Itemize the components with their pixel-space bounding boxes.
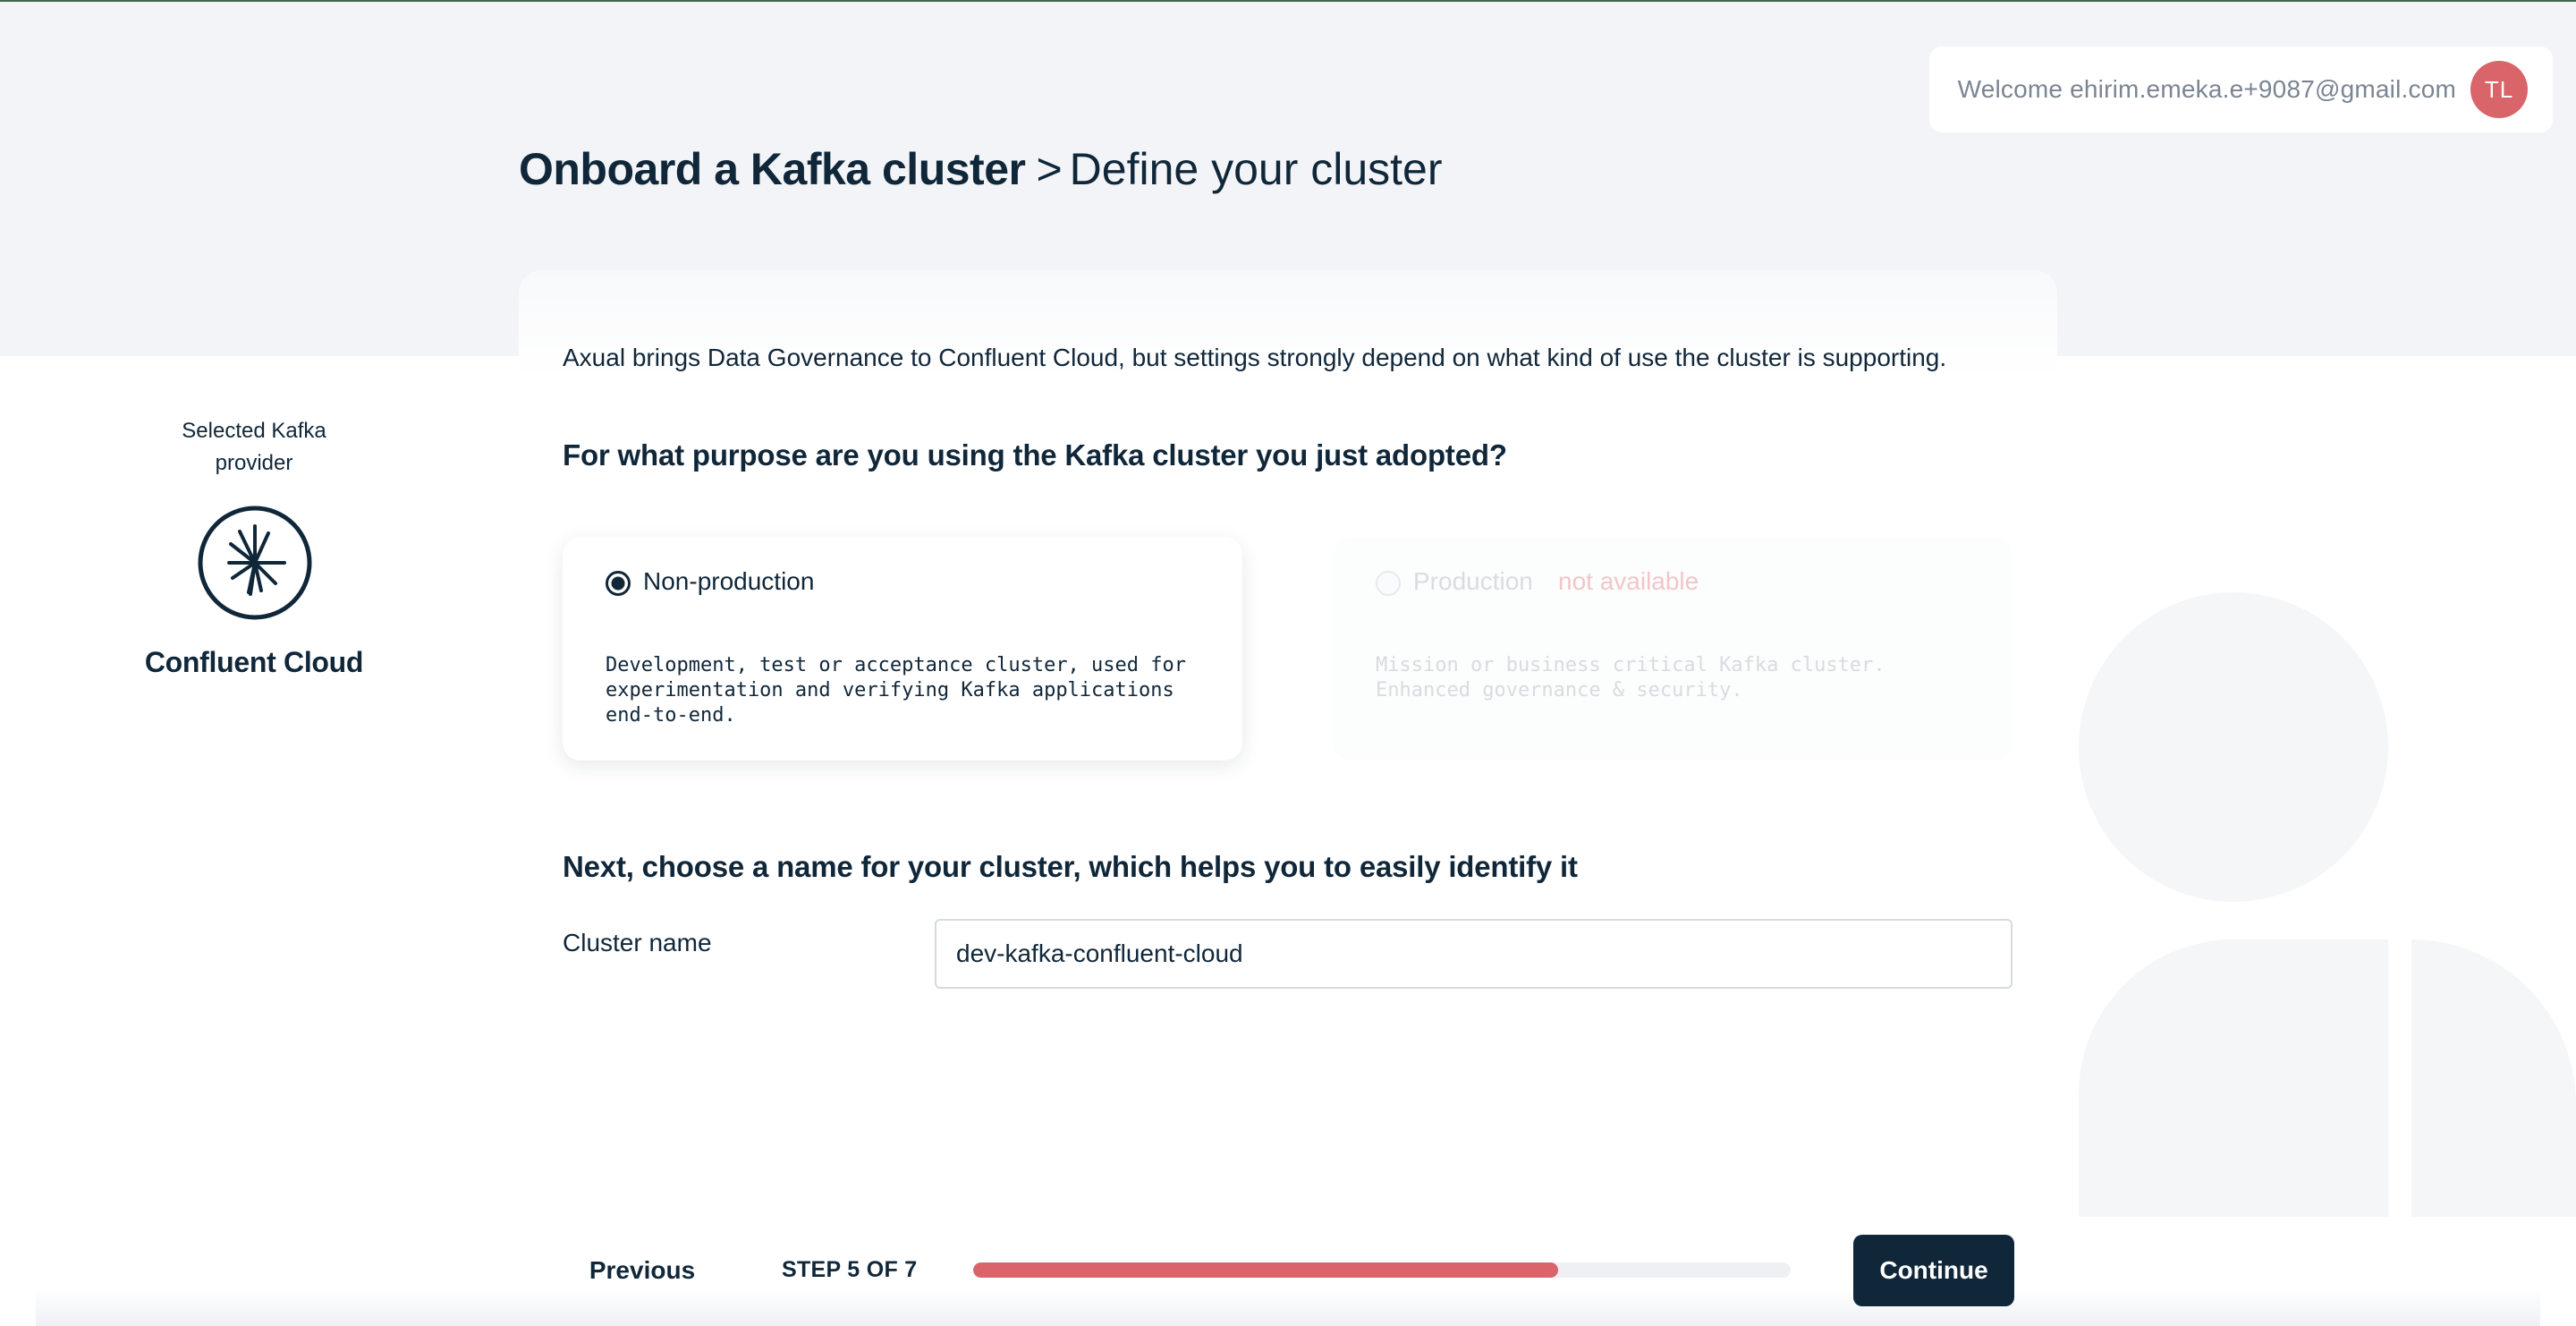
progress-bar-fill [973, 1262, 1558, 1278]
cluster-name-input[interactable] [935, 919, 2012, 989]
option-production: Production not available Mission or busi… [1333, 537, 2012, 761]
option-description: Development, test or acceptance cluster,… [606, 654, 1187, 727]
user-avatar[interactable]: TL [2470, 61, 2528, 118]
provider-caption: Selected Kafka provider [182, 419, 326, 475]
footer-shadow [36, 1288, 2540, 1326]
page-title: Onboard a Kafka cluster > Define your clus… [519, 143, 1443, 195]
step-indicator: STEP 5 OF 7 [782, 1257, 918, 1282]
not-available-badge: not available [1558, 567, 1699, 595]
decorative-arch-left [2079, 939, 2388, 1217]
onboarding-card [519, 270, 2057, 1326]
radio-non-production[interactable] [606, 571, 631, 596]
page-title-step: Define your cluster [1069, 144, 1443, 194]
previous-button[interactable]: Previous [572, 1237, 712, 1305]
progress-bar [973, 1262, 1791, 1278]
decorative-arch-right [2411, 939, 2576, 1217]
confluent-logo-icon [197, 505, 313, 621]
purpose-question: For what purpose are you using the Kafka… [563, 438, 1507, 472]
user-welcome-panel: Welcome ehirim.emeka.e+9087@gmail.com TL [1928, 47, 2553, 132]
provider-name: Confluent Cloud [144, 646, 364, 678]
option-description: Mission or business critical Kafka clust… [1376, 654, 1885, 701]
title-separator: > [1036, 144, 1063, 194]
option-label: Non-production [643, 567, 815, 595]
page-title-main: Onboard a Kafka cluster [519, 144, 1026, 194]
option-non-production[interactable]: Non-production Development, test or acce… [563, 537, 1242, 761]
option-label: Production [1413, 567, 1533, 595]
name-question: Next, choose a name for your cluster, wh… [563, 850, 1578, 883]
decorative-circle [2079, 592, 2388, 902]
cluster-name-label: Cluster name [563, 929, 712, 956]
continue-button[interactable]: Continue [1853, 1235, 2014, 1306]
radio-production [1376, 571, 1401, 596]
welcome-text: Welcome ehirim.emeka.e+9087@gmail.com [1957, 75, 2456, 103]
intro-text: Axual brings Data Governance to Confluen… [563, 344, 1947, 371]
